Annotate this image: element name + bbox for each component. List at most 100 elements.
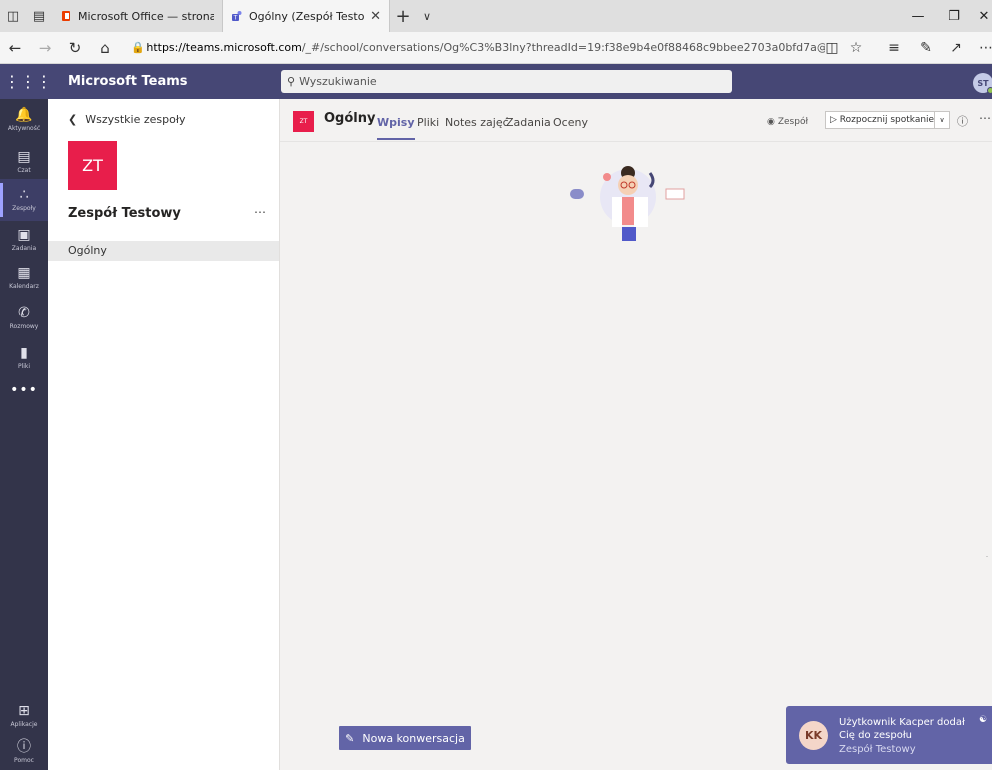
window-close-icon[interactable]: ✕ (966, 0, 992, 32)
office-icon (62, 11, 70, 21)
scroll-marker (986, 556, 988, 557)
start-meeting-button[interactable]: ▷ Rozpocznij spotkanie ∨ (825, 111, 950, 129)
rail-label: Kalendarz (9, 283, 39, 290)
rail-label: Aplikacje (10, 721, 38, 728)
coat-shape (612, 197, 622, 227)
all-teams-label: Wszystkie zespoły (85, 113, 186, 126)
rail-item-chat[interactable]: ▤ Czat (0, 141, 48, 183)
search-icon: ⚲ (287, 75, 296, 88)
forward-arrow-icon[interactable]: → (30, 32, 60, 64)
bell-icon: 🔔 (15, 107, 33, 123)
toast-people-icon: ☯ (979, 715, 988, 725)
favorite-star-icon[interactable]: ☆ (842, 32, 870, 64)
tab-posts[interactable]: Wpisy (377, 116, 415, 140)
rail-item-assignments[interactable]: ▣ Zadania (0, 219, 48, 261)
search-input[interactable]: ⚲ Wyszukiwanie (281, 70, 732, 93)
coat-shape (634, 197, 648, 227)
lock-icon: 🔒 (131, 41, 146, 54)
tab-assignments[interactable]: Zadania (506, 116, 551, 129)
minimize-icon[interactable]: — (900, 0, 936, 32)
rail-label: Pliki (17, 363, 31, 370)
rail-label: Zespoły (12, 205, 36, 212)
back-arrow-icon[interactable]: ← (0, 32, 30, 64)
channel-item-general[interactable]: Ogólny (48, 241, 279, 261)
refresh-icon[interactable]: ↻ (60, 32, 90, 64)
rail-item-calendar[interactable]: ▦ Kalendarz (0, 257, 48, 299)
team-button[interactable]: ◉ Zespół (767, 113, 808, 131)
favorites-hub-icon[interactable]: ≡ (880, 32, 908, 64)
new-tab-button[interactable]: + (390, 0, 416, 32)
rail-item-calls[interactable]: ✆ Rozmowy (0, 297, 48, 339)
rail-label: Aktywność (7, 125, 41, 132)
share-icon[interactable]: ↗ (942, 32, 970, 64)
url-field[interactable]: 🔒 https://teams.microsoft.com/_#/school/… (130, 36, 825, 60)
rail-label: Pomoc (14, 757, 34, 764)
team-name: Zespół Testowy (68, 206, 181, 221)
rail-item-help[interactable]: ⓘ Pomoc (0, 731, 48, 773)
compose-icon: ✎ (345, 731, 355, 745)
assignments-icon: ▣ (17, 227, 31, 243)
tab-actions-icon[interactable]: ◫ (0, 0, 26, 32)
url-host: https://teams.microsoft.com (146, 41, 302, 54)
teams-icon: T (232, 11, 242, 22)
more-apps-icon[interactable]: ••• (0, 382, 48, 406)
teams-icon: ∴ (19, 187, 29, 203)
eye-icon: ◉ (767, 117, 775, 127)
channel-more-icon[interactable]: ⋯ (979, 111, 991, 125)
chevron-down-icon[interactable]: ∨ (934, 112, 949, 128)
chevron-left-icon: ❮ (68, 113, 78, 126)
settings-more-icon[interactable]: ⋯ (972, 32, 992, 64)
set-aside-tabs-icon[interactable]: ▤ (26, 0, 52, 32)
teams-header: ⋮⋮⋮ Microsoft Teams ⚲ Wyszukiwanie ST (0, 64, 992, 99)
toast-avatar: KK (799, 721, 828, 750)
tab-grades[interactable]: Oceny (553, 116, 588, 129)
toast-team-name: Zespół Testowy (839, 744, 916, 755)
phone-icon: ✆ (18, 305, 30, 321)
home-icon[interactable]: ⌂ (90, 32, 120, 64)
calendar-shape (665, 188, 685, 200)
help-icon: ⓘ (17, 739, 31, 755)
pen-notes-icon[interactable]: ✎ (912, 32, 940, 64)
all-teams-link[interactable]: ❮ Wszystkie zespoły (68, 113, 185, 126)
phone-shape (648, 172, 655, 189)
welcome-illustration (570, 166, 685, 241)
team-panel: ❮ Wszystkie zespoły ZT Zespół Testowy ⋯ O… (48, 99, 280, 770)
close-tab-icon[interactable]: ✕ (370, 9, 381, 24)
rail-item-activity[interactable]: 🔔 Aktywność (0, 99, 48, 141)
toast-message: Użytkownik Kacper dodał Cię do zespołu (839, 717, 965, 741)
channel-title: Ogólny (324, 111, 376, 126)
tab-label: Ogólny (Zespół Testowy (249, 9, 365, 23)
tab-list-chevron-icon[interactable]: ∨ (416, 0, 438, 32)
rail-label: Czat (17, 167, 31, 174)
app-rail: 🔔 Aktywność ▤ Czat ∴ Zespoły ▣ Zadania ▦… (0, 99, 48, 770)
user-avatar[interactable]: ST (973, 73, 992, 94)
team-button-label: Zespół (777, 117, 809, 127)
browser-tab-teams[interactable]: T Ogólny (Zespół Testowy ✕ (222, 0, 390, 32)
files-icon: ▮ (20, 345, 28, 361)
presence-status-icon (987, 87, 992, 94)
start-meeting-label: Rozpocznij spotkanie (839, 115, 935, 125)
video-icon: ▷ (830, 115, 837, 125)
book-shape (622, 227, 636, 241)
channel-header: ZT Ogólny Wpisy Pliki Notes zajęć Zadani… (280, 99, 992, 142)
notification-toast[interactable]: KK Użytkownik Kacper dodał Cię do zespoł… (786, 706, 992, 764)
app-title: Microsoft Teams (68, 74, 188, 89)
rail-item-teams[interactable]: ∴ Zespoły (0, 179, 48, 221)
info-icon[interactable]: ⓘ (957, 113, 968, 129)
new-conversation-button[interactable]: ✎ Nowa konwersacja (339, 726, 471, 750)
address-bar-row: ← → ↻ ⌂ 🔒 https://teams.microsoft.com/_#… (0, 32, 992, 64)
channel-team-tile: ZT (293, 111, 314, 132)
search-placeholder: Wyszukiwanie (299, 75, 377, 88)
team-more-options-icon[interactable]: ⋯ (254, 205, 266, 219)
tab-label: Microsoft Office — strona g (78, 9, 214, 23)
speech-bubble-shape (570, 189, 584, 199)
app-launcher-icon[interactable]: ⋮⋮⋮ (0, 64, 56, 99)
rail-item-files[interactable]: ▮ Pliki (0, 337, 48, 379)
user-initials: ST (977, 78, 989, 88)
browser-tab-office[interactable]: Microsoft Office — strona g (52, 0, 222, 32)
tab-class-notebook[interactable]: Notes zajęć (445, 116, 509, 129)
tab-files[interactable]: Pliki (417, 116, 439, 129)
rail-label: Zadania (11, 245, 37, 252)
chat-icon: ▤ (17, 149, 31, 165)
apps-icon: ⊞ (18, 703, 30, 719)
